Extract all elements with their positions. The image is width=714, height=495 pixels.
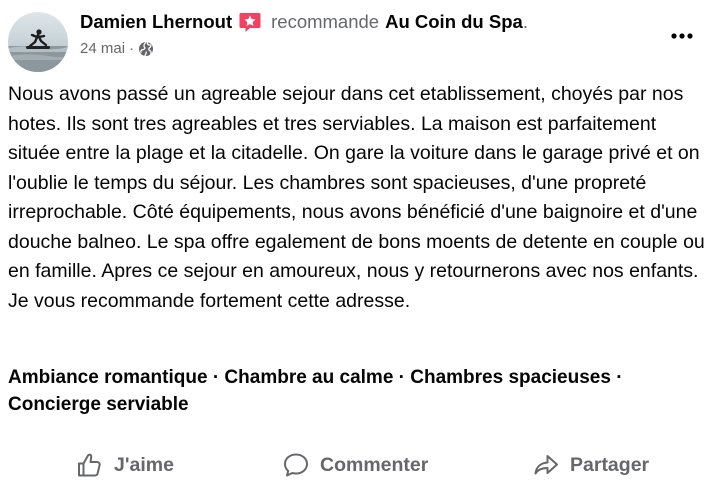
thumbs-up-icon: [78, 453, 101, 477]
comment-bubble-icon: [284, 453, 308, 477]
avatar-image: [8, 12, 68, 72]
more-options-icon[interactable]: [668, 22, 696, 50]
meta-separator: ·: [129, 40, 135, 57]
post-header: Damien Lhernout recommande Au Coin du Sp…: [80, 8, 528, 36]
comment-button[interactable]: Commenter: [282, 448, 428, 482]
author-name[interactable]: Damien Lhernout: [80, 11, 232, 33]
recommend-star-icon: [238, 10, 262, 34]
avatar[interactable]: [8, 12, 68, 72]
action-bar: J'aime Commenter Partager: [0, 440, 714, 490]
review-tags: Ambiance romantique · Chambre au calme ·…: [8, 367, 623, 415]
post-date[interactable]: 24 mai: [80, 40, 125, 57]
globe-icon[interactable]: [138, 41, 154, 57]
page-name-link[interactable]: Au Coin du Spa: [385, 11, 523, 33]
share-label: Partager: [570, 453, 650, 476]
share-arrow-icon: [534, 455, 558, 475]
like-label: J'aime: [114, 453, 174, 476]
review-text: Nous avons passé un agreable sejour dans…: [8, 83, 705, 312]
recommend-verb: recommande: [271, 11, 380, 32]
share-button[interactable]: Partager: [532, 448, 649, 482]
like-button[interactable]: J'aime: [76, 448, 174, 482]
review-post: Damien Lhernout recommande Au Coin du Sp…: [0, 0, 714, 495]
header-punctuation: .: [522, 11, 528, 32]
comment-label: Commenter: [320, 453, 429, 476]
post-meta: 24 mai ·: [80, 40, 154, 57]
